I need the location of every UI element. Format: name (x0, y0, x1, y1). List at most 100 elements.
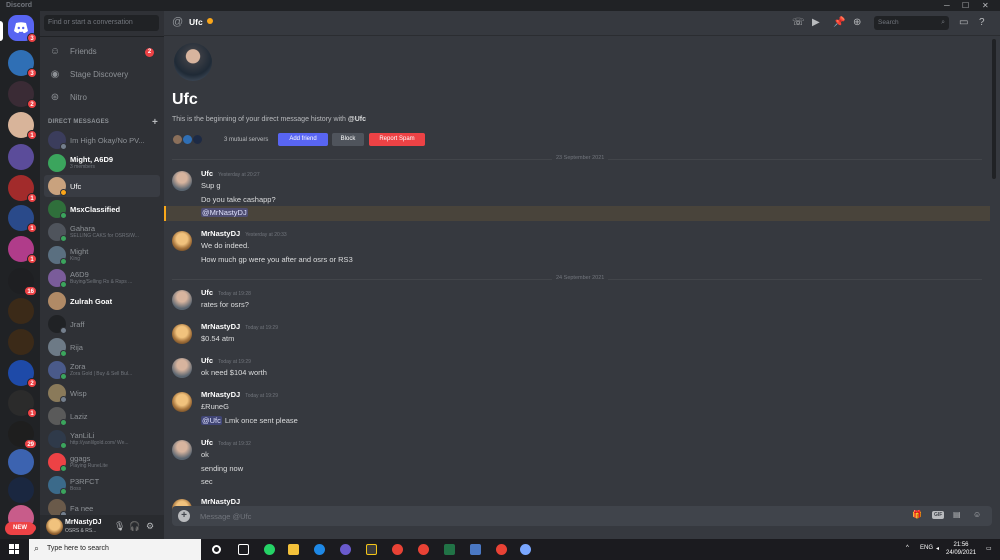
message-author[interactable]: MrNastyDJ (201, 229, 240, 238)
task-view-icon[interactable] (238, 544, 249, 555)
server-purple-icon[interactable] (8, 144, 34, 170)
app-icon[interactable] (520, 544, 531, 555)
dm-item[interactable]: Zora Zora Gold | Buy & Sell Bul... (44, 359, 160, 381)
notifications-icon[interactable]: ▭ (986, 545, 992, 552)
report-spam-button[interactable]: Report Spam (369, 133, 425, 146)
attach-plus-icon[interactable]: + (178, 510, 190, 522)
message-author[interactable]: MrNastyDJ (201, 497, 240, 506)
message-avatar[interactable] (172, 358, 192, 378)
message-author[interactable]: Ufc (201, 356, 213, 365)
user-mention[interactable]: @Ufc (201, 415, 222, 425)
server-dark-icon[interactable]: 2 (8, 81, 37, 109)
volume-icon[interactable]: ◂ (936, 545, 939, 552)
message-avatar[interactable] (172, 392, 192, 412)
new-button[interactable]: NEW (5, 522, 35, 535)
message-avatar[interactable] (172, 290, 192, 310)
nav-stage-discovery[interactable]: ◉ Stage Discovery (44, 65, 160, 85)
dm-item[interactable]: P3RFCT Boss (44, 474, 160, 496)
dm-item-selected[interactable]: Ufc (44, 175, 160, 197)
emoji-icon[interactable]: ☺ (973, 510, 981, 519)
whatsapp-icon[interactable] (264, 544, 275, 555)
tray-chevron-icon[interactable]: ^ (906, 545, 909, 551)
sticker-icon[interactable]: ▤ (953, 510, 961, 519)
message-author[interactable]: Ufc (201, 288, 213, 297)
home-button[interactable]: 3 (8, 15, 37, 43)
settings-gear-icon[interactable]: ⚙ (146, 521, 154, 532)
dm-item[interactable]: Might King (44, 244, 160, 266)
dm-item[interactable]: ggags Playing RuneLite (44, 451, 160, 473)
minimize-icon[interactable]: ─ (944, 1, 950, 10)
server-central-icon[interactable] (8, 477, 34, 503)
excel-icon[interactable] (444, 544, 455, 555)
server-mask-icon[interactable]: 16 (8, 268, 37, 296)
server-red-icon[interactable]: 1 (8, 175, 37, 203)
server-runestash2-icon[interactable] (8, 329, 34, 355)
app-icon[interactable] (470, 544, 481, 555)
messenger-icon[interactable] (314, 544, 325, 555)
microphone-icon[interactable]: 🎙 (114, 521, 125, 532)
message-composer[interactable]: + Message @Ufc 🎁 GIF ▤ ☺ (172, 506, 992, 526)
gif-icon[interactable]: GIF (932, 511, 945, 519)
message-avatar[interactable] (172, 440, 192, 460)
server-gold-icon[interactable]: 29 (8, 421, 37, 449)
server-pink-icon[interactable]: 1 (8, 236, 37, 264)
dm-item[interactable]: MsxClassified (44, 198, 160, 220)
dm-item[interactable]: Rija (44, 336, 160, 358)
clock[interactable]: 21:56 24/09/2021 (946, 541, 976, 557)
message-author[interactable]: Ufc (201, 169, 213, 178)
create-dm-icon[interactable]: + (152, 117, 158, 128)
server-avatar-icon[interactable]: 1 (8, 112, 37, 140)
pin-icon[interactable]: 📌 (833, 17, 845, 29)
search-input[interactable]: Search ⌕ (874, 16, 949, 30)
message-text: ok need $104 worth (201, 368, 267, 377)
dm-item[interactable]: A6D9 Buying/Selling Rs & Rsps ... (44, 267, 160, 289)
message-author[interactable]: Ufc (201, 438, 213, 447)
add-friend-button[interactable]: Add friend (278, 133, 328, 146)
block-button[interactable]: Block (332, 133, 364, 146)
chrome-icon[interactable] (392, 544, 403, 555)
nav-friends[interactable]: ☺ Friends 2 (44, 42, 160, 62)
maximize-icon[interactable]: ☐ (962, 1, 969, 10)
message-author[interactable]: MrNastyDJ (201, 390, 240, 399)
voice-call-icon[interactable]: ☏ (792, 17, 805, 29)
file-explorer-icon[interactable] (288, 544, 299, 555)
close-icon[interactable]: ✕ (982, 1, 989, 10)
inbox-icon[interactable]: ▭ (959, 17, 968, 29)
message-avatar[interactable] (172, 171, 192, 191)
app-icon[interactable] (366, 544, 377, 555)
message-avatar[interactable] (172, 324, 192, 344)
message-avatar[interactable] (172, 231, 192, 251)
message-author[interactable]: MrNastyDJ (201, 322, 240, 331)
chrome-profile-icon[interactable] (496, 544, 507, 555)
server-bluefire-icon[interactable]: 2 (8, 360, 37, 388)
user-mention[interactable]: @MrNastyDJ (201, 208, 248, 217)
scrollbar[interactable] (992, 39, 996, 179)
windows-start-icon[interactable] (9, 544, 19, 554)
dm-item[interactable]: Zulrah Goat (44, 290, 160, 312)
dm-item[interactable]: Jraff (44, 313, 160, 335)
dm-item[interactable]: Wisp (44, 382, 160, 404)
user-avatar[interactable] (46, 518, 63, 535)
add-friends-icon[interactable]: ⊕ (853, 17, 861, 29)
headphones-icon[interactable]: 🎧 (129, 521, 140, 532)
server-crest-icon[interactable] (8, 449, 34, 475)
cortana-icon[interactable] (212, 545, 221, 554)
server-guild-icon[interactable]: 1 (8, 205, 37, 233)
gift-icon[interactable]: 🎁 (912, 510, 922, 519)
server-syme-icon[interactable]: 1 (8, 390, 37, 418)
taskbar-search-input[interactable]: ⌕ Type here to search (29, 539, 201, 560)
language-indicator[interactable]: ENG (920, 545, 933, 551)
dm-item[interactable]: Laziz (44, 405, 160, 427)
find-conversation-input[interactable]: Find or start a conversation (44, 15, 159, 31)
help-icon[interactable]: ? (979, 17, 985, 29)
server-blue-icon[interactable]: 3 (8, 50, 37, 78)
chrome-profile-icon[interactable] (418, 544, 429, 555)
nav-nitro[interactable]: ⊛ Nitro (44, 88, 160, 108)
browser-icon[interactable] (340, 544, 351, 555)
dm-item[interactable]: Im High Okay/No PV... (44, 129, 160, 151)
dm-item[interactable]: Might, A6D9 3 members (44, 152, 160, 174)
video-call-icon[interactable]: ▶ (812, 17, 820, 29)
server-runestash-icon[interactable] (8, 298, 34, 324)
dm-item[interactable]: YanLiLi http://yanlilgold.com/ We... (44, 428, 160, 450)
dm-item[interactable]: Gahara SELLING CAKS for OSRS/W... (44, 221, 160, 243)
